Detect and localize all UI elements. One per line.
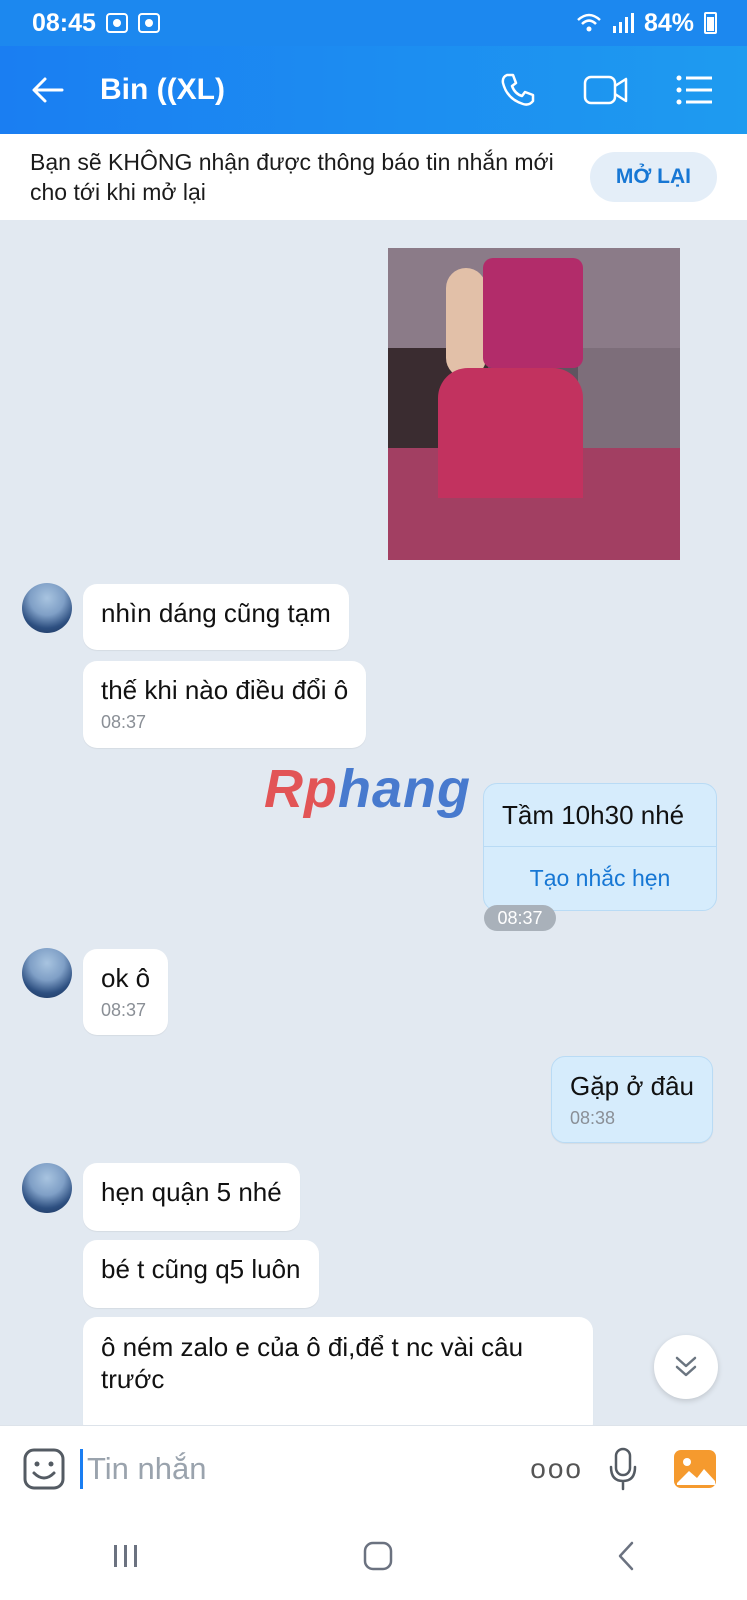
message-bubble[interactable]: thế khi nào điều đổi ô 08:37 bbox=[83, 661, 367, 748]
watermark-part: Rp bbox=[264, 759, 338, 819]
contact-name[interactable]: Bin ((XL) bbox=[100, 73, 499, 107]
message-text: nhìn dáng cũng tạm bbox=[101, 598, 331, 628]
status-time: 08:45 bbox=[32, 8, 96, 37]
home-icon[interactable] bbox=[363, 1541, 393, 1571]
message-bubble[interactable]: ok ô 08:37 bbox=[83, 949, 169, 1035]
photo-figure bbox=[446, 268, 486, 378]
avatar[interactable] bbox=[22, 583, 72, 633]
message-composer: ooo bbox=[0, 1425, 747, 1511]
message-text: thế khi nào điều đổi ô bbox=[101, 675, 349, 705]
app-notification-icon bbox=[137, 13, 160, 33]
gallery-notification-icon bbox=[105, 13, 128, 33]
watermark-logo: Rphang bbox=[264, 758, 471, 820]
avatar[interactable] bbox=[22, 1163, 72, 1213]
message-input[interactable] bbox=[80, 1448, 531, 1489]
scroll-to-bottom-button[interactable] bbox=[654, 1335, 718, 1399]
message-text: hẹn quận 5 nhé bbox=[101, 1177, 282, 1207]
wifi-icon bbox=[577, 13, 601, 32]
battery-percent: 84% bbox=[643, 8, 694, 37]
message-bubble-outgoing[interactable]: Tầm 10h30 nhé Tạo nhắc hẹn bbox=[483, 783, 717, 911]
message-text: ok ô bbox=[101, 963, 151, 993]
recent-apps-icon[interactable] bbox=[111, 1543, 141, 1569]
microphone-icon[interactable] bbox=[609, 1447, 637, 1491]
chevron-double-down-icon bbox=[675, 1356, 697, 1377]
message-text: ô ném zalo e của ô đi,để t nc vài câu tr… bbox=[101, 1332, 524, 1394]
message-time: 08:37 bbox=[484, 905, 556, 931]
shared-photo[interactable] bbox=[388, 248, 680, 560]
message-bubble[interactable]: hẹn quận 5 nhé bbox=[83, 1163, 300, 1231]
message-text: Gặp ở đâu bbox=[570, 1071, 695, 1101]
emoji-sticker-icon[interactable] bbox=[22, 1447, 66, 1491]
system-navigation-bar bbox=[0, 1511, 747, 1600]
signal-icon bbox=[612, 13, 634, 33]
reopen-notifications-button[interactable]: MỞ LẠI bbox=[589, 152, 717, 202]
message-bubble[interactable]: bé t cũng q5 luôn bbox=[83, 1240, 319, 1308]
message-text: Tầm 10h30 nhé bbox=[484, 784, 716, 847]
chat-header: Bin ((XL) bbox=[0, 46, 747, 134]
message-bubble-outgoing[interactable]: Gặp ở đâu 08:38 bbox=[551, 1056, 714, 1143]
message-time: 08:38 bbox=[570, 1108, 616, 1128]
video-call-icon[interactable] bbox=[583, 73, 629, 107]
photo-background bbox=[578, 348, 680, 448]
status-bar: 08:45 84% bbox=[0, 0, 747, 46]
photo-figure bbox=[438, 368, 583, 498]
back-arrow-icon[interactable] bbox=[30, 72, 66, 108]
message-time: 08:37 bbox=[101, 712, 147, 732]
create-reminder-button[interactable]: Tạo nhắc hẹn bbox=[484, 847, 716, 909]
watermark-part: hang bbox=[337, 759, 471, 819]
message-bubble[interactable]: nhìn dáng cũng tạm bbox=[83, 584, 349, 650]
more-options-icon[interactable]: ooo bbox=[530, 1453, 583, 1485]
menu-list-icon[interactable] bbox=[675, 74, 713, 106]
battery-icon bbox=[704, 12, 717, 34]
banner-text: Bạn sẽ KHÔNG nhận được thông báo tin nhắ… bbox=[30, 149, 554, 205]
back-nav-icon[interactable] bbox=[616, 1541, 636, 1571]
message-bubble[interactable]: ô ném zalo e của ô đi,để t nc vài câu tr… bbox=[83, 1317, 593, 1425]
message-text: bé t cũng q5 luôn bbox=[101, 1254, 301, 1284]
notification-muted-banner: Bạn sẽ KHÔNG nhận được thông báo tin nhắ… bbox=[0, 134, 747, 220]
phone-call-icon[interactable] bbox=[499, 71, 537, 109]
message-time: 08:37 bbox=[101, 1000, 147, 1020]
avatar[interactable] bbox=[22, 948, 72, 998]
gallery-image-icon[interactable] bbox=[673, 1449, 717, 1489]
message-list[interactable]: nhìn dáng cũng tạm thế khi nào điều đổi … bbox=[0, 220, 747, 1425]
photo-figure bbox=[483, 258, 583, 368]
